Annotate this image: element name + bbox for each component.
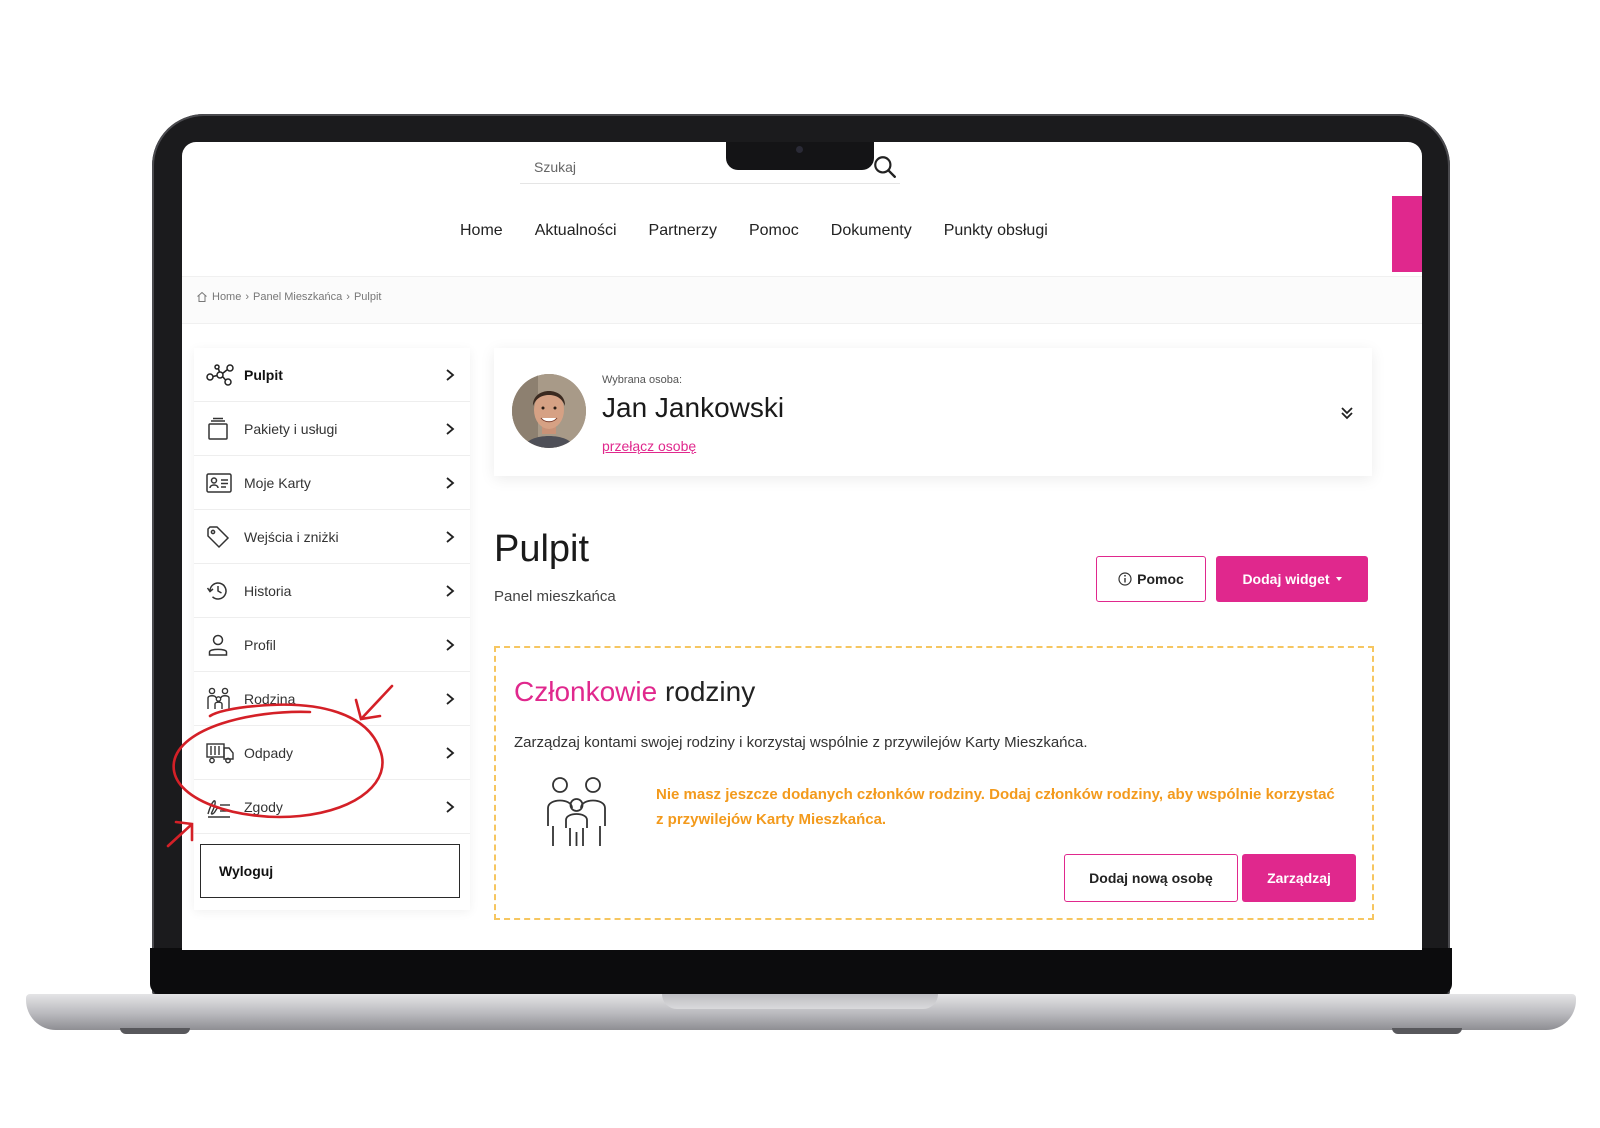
chevron-right-icon xyxy=(446,584,455,597)
chevron-right-icon xyxy=(446,476,455,489)
signature-icon xyxy=(206,795,234,819)
widget-description: Zarządzaj kontami swojej rodziny i korzy… xyxy=(514,734,1088,751)
chevron-right-icon xyxy=(446,422,455,435)
chevron-right-icon xyxy=(446,746,455,759)
family-members-widget: Członkowie rodziny Zarządzaj kontami swo… xyxy=(494,646,1374,920)
help-button-label: Pomoc xyxy=(1137,571,1184,587)
sidebar-item-waste[interactable]: Odpady xyxy=(194,726,470,780)
avatar xyxy=(512,374,586,448)
sidebar-item-entries-discounts[interactable]: Wejścia i zniżki xyxy=(194,510,470,564)
nav-service-points[interactable]: Punkty obsługi xyxy=(944,222,1048,240)
widget-title: Członkowie rodziny xyxy=(514,676,755,708)
nav-documents[interactable]: Dokumenty xyxy=(831,222,912,240)
sidebar-item-my-cards[interactable]: Moje Karty xyxy=(194,456,470,510)
empty-state-message: Nie masz jeszcze dodanych członków rodzi… xyxy=(656,786,1335,828)
camera-notch xyxy=(726,142,874,170)
chevron-right-icon xyxy=(446,638,455,651)
main-nav: Home Aktualności Partnerzy Pomoc Dokumen… xyxy=(460,222,1048,240)
sidebar-item-family[interactable]: Rodzina xyxy=(194,672,470,726)
manage-button[interactable]: Zarządzaj xyxy=(1242,854,1356,902)
breadcrumb-separator: › xyxy=(245,291,250,303)
history-icon xyxy=(206,579,234,603)
sidebar-item-history[interactable]: Historia xyxy=(194,564,470,618)
add-person-button[interactable]: Dodaj nową osobę xyxy=(1064,854,1238,902)
family-icon xyxy=(206,687,234,711)
nav-news[interactable]: Aktualności xyxy=(535,222,617,240)
dashboard-icon xyxy=(206,363,234,387)
sidebar-item-label: Moje Karty xyxy=(244,474,311,491)
package-icon xyxy=(206,417,234,441)
menu-toggle-strip[interactable] xyxy=(1392,196,1422,272)
breadcrumb-resident-panel[interactable]: Panel Mieszkańca xyxy=(253,291,342,303)
selected-person-card: Wybrana osoba: Jan Jankowski przełącz os… xyxy=(494,348,1372,476)
chevron-right-icon xyxy=(446,800,455,813)
sidebar-item-label: Pulpit xyxy=(244,366,283,383)
sidebar-item-label: Odpady xyxy=(244,744,294,761)
sidebar-item-label: Wejścia i zniżki xyxy=(244,528,339,545)
chevrons-down-icon[interactable] xyxy=(1338,404,1356,422)
breadcrumb-current: Pulpit xyxy=(353,291,382,303)
sidebar-item-dashboard[interactable]: Pulpit xyxy=(194,348,470,402)
home-icon xyxy=(197,291,207,302)
widget-title-rest: rodziny xyxy=(664,676,756,707)
caret-down-icon xyxy=(1335,577,1342,581)
sidebar-item-label: Rodzina xyxy=(244,690,296,707)
laptop-foot xyxy=(1392,1028,1462,1034)
laptop-screen: Home Aktualności Partnerzy Pomoc Dokumen… xyxy=(182,142,1422,950)
sidebar-item-label: Historia xyxy=(244,582,292,599)
chevron-right-icon xyxy=(446,530,455,543)
chevron-right-icon xyxy=(446,368,455,381)
search-icon[interactable] xyxy=(872,154,898,180)
page-subtitle: Panel mieszkańca xyxy=(494,588,616,605)
laptop-foot xyxy=(120,1028,190,1034)
breadcrumb: Home › Panel Mieszkańca › Pulpit xyxy=(196,291,382,303)
camera-icon xyxy=(796,146,803,153)
breadcrumb-separator: › xyxy=(346,291,350,303)
sidebar-item-label: Pakiety i usługi xyxy=(244,420,338,437)
info-icon xyxy=(1118,572,1132,586)
add-widget-button[interactable]: Dodaj widget xyxy=(1216,556,1368,602)
add-widget-button-label: Dodaj widget xyxy=(1242,571,1330,587)
family-illustration-icon xyxy=(547,777,606,846)
switch-person-link[interactable]: przełącz osobę xyxy=(602,438,696,454)
nav-partners[interactable]: Partnerzy xyxy=(649,222,717,240)
sidebar-item-profile[interactable]: Profil xyxy=(194,618,470,672)
breadcrumb-bar: Home › Panel Mieszkańca › Pulpit xyxy=(182,276,1422,324)
id-card-icon xyxy=(206,471,234,495)
laptop-bezel-bottom xyxy=(150,948,1452,994)
sidebar-item-consents[interactable]: Zgody xyxy=(194,780,470,834)
help-button[interactable]: Pomoc xyxy=(1096,556,1206,602)
widget-title-accent: Członkowie xyxy=(514,676,658,707)
breadcrumb-home[interactable]: Home xyxy=(212,291,241,303)
sidebar: Pulpit Pakiety i usługi Moje Karty Wejśc… xyxy=(194,348,470,910)
user-icon xyxy=(206,633,234,657)
chevron-right-icon xyxy=(446,692,455,705)
garbage-truck-icon xyxy=(206,741,234,765)
sidebar-item-label: Profil xyxy=(244,636,276,653)
nav-help[interactable]: Pomoc xyxy=(749,222,799,240)
tag-icon xyxy=(206,525,234,549)
selected-person-name: Jan Jankowski xyxy=(602,392,785,423)
selected-person-caption: Wybrana osoba: xyxy=(602,374,683,386)
page-title: Pulpit xyxy=(494,528,590,570)
logout-button[interactable]: Wyloguj xyxy=(200,844,460,898)
sidebar-item-packages[interactable]: Pakiety i usługi xyxy=(194,402,470,456)
laptop-base-notch xyxy=(662,994,938,1009)
nav-home[interactable]: Home xyxy=(460,222,503,240)
sidebar-item-label: Zgody xyxy=(244,798,283,815)
